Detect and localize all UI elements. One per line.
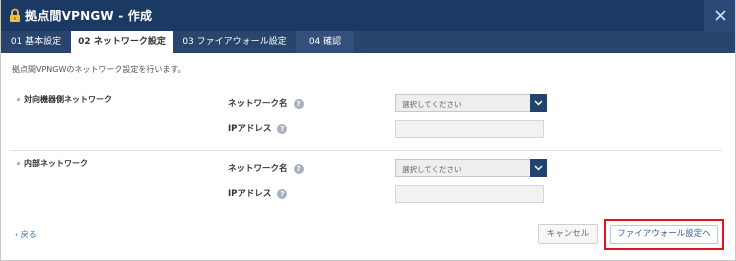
network-name-label: ネットワーク名? (228, 162, 304, 174)
internal-ip-address-field[interactable] (395, 185, 544, 203)
chevron-down-icon (534, 100, 543, 106)
help-icon[interactable]: ? (277, 188, 288, 199)
section-bullet (17, 162, 20, 165)
select-value: 選択してください (402, 165, 462, 174)
section-label: 内部ネットワーク (24, 159, 88, 168)
back-link[interactable]: ‹ 戻る (15, 229, 37, 240)
peer-ip-address-field[interactable] (395, 120, 544, 138)
tabs-filler (354, 31, 735, 53)
cancel-button[interactable]: キャンセル (538, 224, 598, 244)
page-description: 拠点間VPNGWのネットワーク設定を行います。 (12, 65, 186, 74)
ip-address-label: IPアドレス? (228, 187, 288, 199)
wizard-tabs: 01 基本設定 02 ネットワーク設定 03 ファイアウォール設定 04 確認 (1, 31, 735, 53)
section-internal-network: 内部ネットワーク (17, 158, 88, 169)
dialog-title: 拠点間VPNGW - 作成 (25, 9, 153, 23)
tab-confirm[interactable]: 04 確認 (296, 31, 354, 53)
tab-basic-settings[interactable]: 01 基本設定 (1, 31, 71, 53)
vpngw-create-dialog: 拠点間VPNGW - 作成 01 基本設定 02 ネットワーク設定 03 ファイ… (0, 0, 736, 261)
help-icon[interactable]: ? (293, 98, 304, 109)
close-icon (715, 10, 726, 21)
lock-icon (8, 8, 22, 23)
dialog-titlebar: 拠点間VPNGW - 作成 (1, 0, 735, 31)
highlight-box: ファイアウォール設定へ (604, 219, 724, 250)
select-value: 選択してください (402, 100, 462, 109)
peer-network-select[interactable]: 選択してください (395, 94, 547, 112)
section-peer-network: 対向機器側ネットワーク (17, 94, 112, 105)
ip-address-label: IPアドレス? (228, 122, 288, 134)
ip-address-label-text: IPアドレス (228, 189, 272, 199)
select-arrow[interactable] (530, 94, 547, 112)
tab-network-settings[interactable]: 02 ネットワーク設定 (71, 31, 173, 53)
network-name-label-text: ネットワーク名 (228, 164, 288, 174)
network-name-label: ネットワーク名? (228, 97, 304, 109)
internal-network-select[interactable]: 選択してください (395, 159, 547, 177)
tab-firewall-settings[interactable]: 03 ファイアウォール設定 (173, 31, 296, 53)
select-arrow[interactable] (530, 159, 547, 177)
section-divider (10, 150, 722, 151)
help-icon[interactable]: ? (293, 163, 304, 174)
help-icon[interactable]: ? (277, 123, 288, 134)
next-firewall-settings-button[interactable]: ファイアウォール設定へ (610, 225, 718, 244)
close-button[interactable] (704, 0, 735, 31)
section-bullet (17, 98, 20, 101)
network-name-label-text: ネットワーク名 (228, 99, 288, 109)
ip-address-label-text: IPアドレス (228, 124, 272, 134)
chevron-down-icon (534, 165, 543, 171)
section-label: 対向機器側ネットワーク (24, 95, 112, 104)
